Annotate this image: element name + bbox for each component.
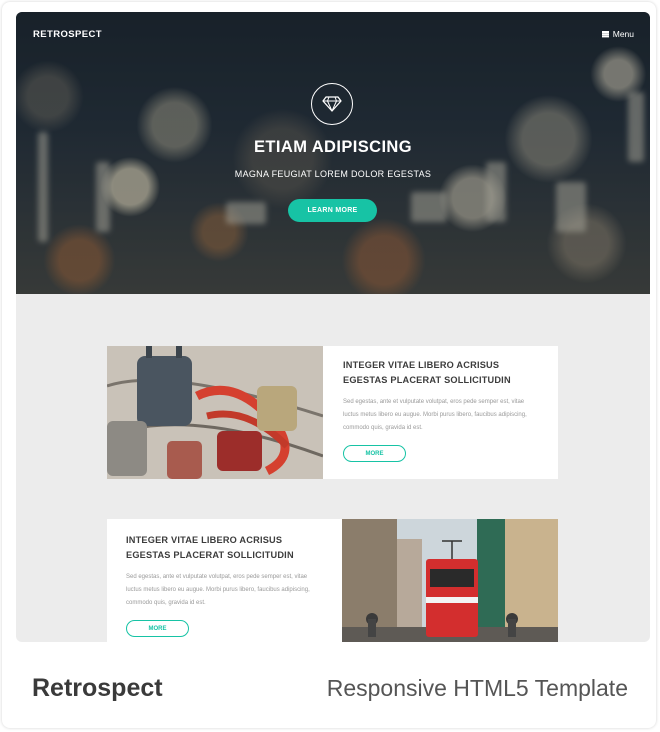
menu-button[interactable]: Menu <box>601 29 634 39</box>
feature-body: Sed egestas, ante et vulputate volutpat,… <box>343 399 527 431</box>
feature-title: INTEGER VITAE LIBERO ACRISUS EGESTAS PLA… <box>126 535 294 560</box>
padlocks-photo <box>107 346 323 479</box>
template-card[interactable]: RETROSPECT Menu ETIAM ADIPISCING MAGNA F… <box>2 2 656 728</box>
more-button[interactable]: MORE <box>343 445 406 462</box>
feature-body: Sed egestas, ante et vulputate volutpat,… <box>126 574 310 606</box>
feature-card-2: INTEGER VITAE LIBERO ACRISUS EGESTAS PLA… <box>107 519 342 642</box>
template-name[interactable]: Retrospect <box>32 674 163 703</box>
hero-banner: RETROSPECT Menu ETIAM ADIPISCING MAGNA F… <box>16 12 650 294</box>
learn-more-button[interactable]: LEARN MORE <box>288 199 377 222</box>
site-logo[interactable]: RETROSPECT <box>33 29 102 40</box>
red-tram-photo <box>342 519 558 642</box>
menu-label: Menu <box>612 29 634 39</box>
more-button[interactable]: MORE <box>126 620 189 637</box>
feature-card-1: INTEGER VITAE LIBERO ACRISUS EGESTAS PLA… <box>323 346 558 479</box>
feature-title: INTEGER VITAE LIBERO ACRISUS EGESTAS PLA… <box>343 360 511 385</box>
diamond-icon <box>311 83 353 125</box>
template-preview[interactable]: RETROSPECT Menu ETIAM ADIPISCING MAGNA F… <box>16 12 650 642</box>
hamburger-icon <box>601 31 609 37</box>
template-description: Responsive HTML5 Template <box>326 675 628 701</box>
hero-subtitle: MAGNA FEUGIAT LOREM DOLOR EGESTAS <box>234 169 432 179</box>
hero-title: ETIAM ADIPISCING <box>254 138 412 156</box>
